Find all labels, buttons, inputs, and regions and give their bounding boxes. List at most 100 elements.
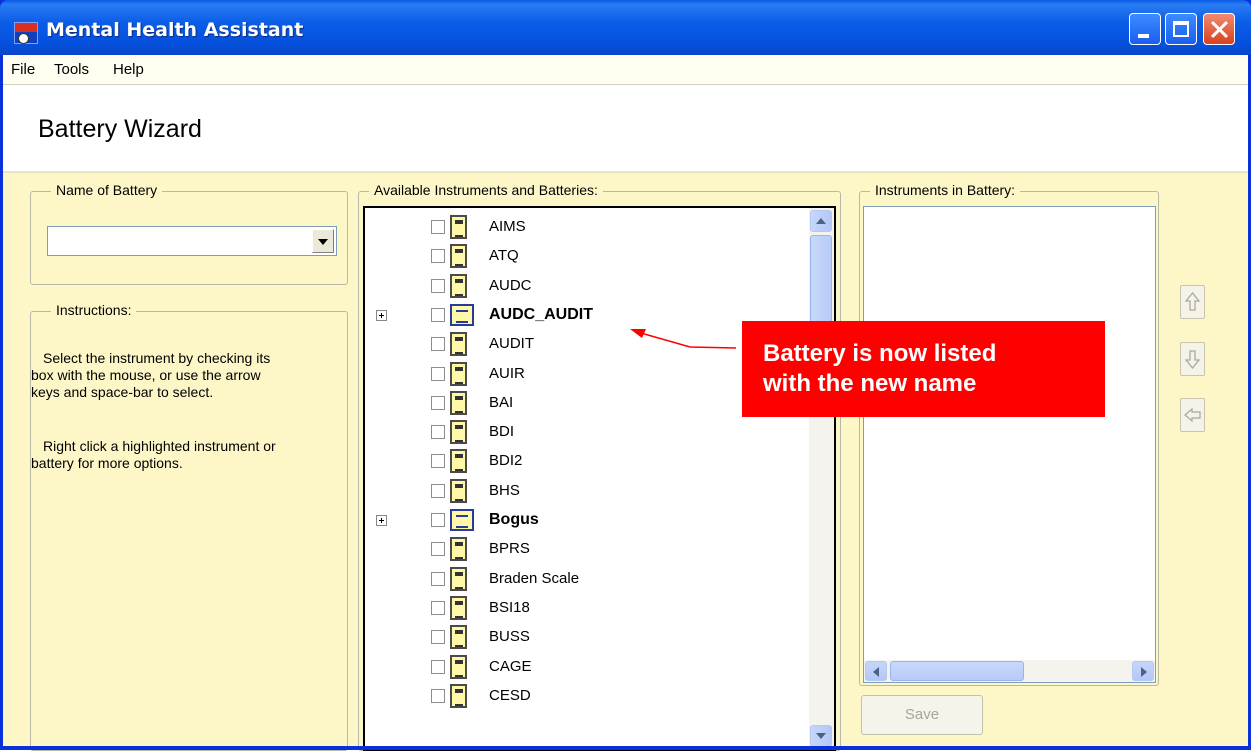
minimize-button[interactable] xyxy=(1129,13,1161,45)
list-horizontal-scrollbar[interactable] xyxy=(864,660,1155,682)
checkbox[interactable] xyxy=(431,249,445,264)
tree-item[interactable]: Bogus xyxy=(365,506,805,535)
checkbox[interactable] xyxy=(431,600,445,615)
scroll-thumb[interactable] xyxy=(890,661,1024,681)
tree-item-label: CESD xyxy=(489,686,531,704)
tree-item-label: AUDC xyxy=(489,276,532,294)
instructions-line: keys and space-bar to select. xyxy=(31,384,214,400)
save-button[interactable]: Save xyxy=(861,695,983,735)
expand-plus-icon[interactable] xyxy=(376,515,387,526)
tree-item-label: ATQ xyxy=(489,247,519,265)
checkbox[interactable] xyxy=(431,630,445,645)
checkbox[interactable] xyxy=(431,366,445,381)
tree-item-label: BDI xyxy=(489,423,515,441)
wizard-body: Name of Battery Instructions: Select the… xyxy=(3,173,1248,751)
instrument-icon xyxy=(450,537,467,562)
tree-item-label: BUSS xyxy=(489,628,530,646)
checkbox[interactable] xyxy=(431,425,445,440)
scroll-down-icon[interactable] xyxy=(810,725,832,747)
instructions-label: Instructions: xyxy=(51,302,137,318)
checkbox[interactable] xyxy=(431,513,445,527)
window-title: Mental Health Assistant xyxy=(46,19,304,41)
instrument-icon xyxy=(450,332,467,357)
checkbox[interactable] xyxy=(431,483,445,498)
tree-item[interactable]: BSI18 xyxy=(365,594,805,623)
checkbox[interactable] xyxy=(431,542,445,557)
tree-item-label: AIMS xyxy=(489,218,526,235)
tree-item-label: BPRS xyxy=(489,540,530,558)
chevron-down-icon[interactable] xyxy=(312,229,334,253)
instrument-icon xyxy=(450,390,467,415)
menu-tools[interactable]: Tools xyxy=(54,61,89,78)
instrument-icon xyxy=(450,566,467,591)
title-bar[interactable]: Mental Health Assistant xyxy=(0,0,1251,55)
instructions-text-1: Select the instrument by checking its xyxy=(43,350,270,367)
name-of-battery-label: Name of Battery xyxy=(51,182,163,198)
tree-item-label: Bogus xyxy=(489,511,539,528)
tree-item[interactable]: BDI xyxy=(365,418,805,447)
expand-plus-icon[interactable] xyxy=(376,309,387,321)
tree-item[interactable]: CESD xyxy=(365,682,805,711)
checkbox[interactable] xyxy=(431,307,445,322)
tree-item-label: BSI18 xyxy=(489,598,530,616)
battery-name-combobox[interactable] xyxy=(47,226,337,256)
available-instruments-label: Available Instruments and Batteries: xyxy=(369,182,603,198)
move-up-button[interactable] xyxy=(1180,285,1205,319)
tree-item-label: AUDC_AUDIT xyxy=(489,305,593,323)
instrument-icon xyxy=(450,478,467,503)
menu-help[interactable]: Help xyxy=(113,61,144,78)
available-instruments-tree[interactable]: AIMS ATQ AUDC AUDC_AUDIT AUDIT AUIR BAI BDI BDI2… xyxy=(363,206,836,751)
wizard-header: Battery Wizard xyxy=(3,85,1248,173)
instructions-line: box with the mouse, or use the arrow xyxy=(31,367,261,383)
tree-item[interactable]: CAGE xyxy=(365,653,805,682)
annotation-callout: Battery is now listed with the new name xyxy=(742,321,1105,417)
tree-item[interactable]: BHS xyxy=(365,477,805,506)
move-down-button[interactable] xyxy=(1180,342,1205,376)
checkbox[interactable] xyxy=(431,278,445,293)
tree-item-label: CAGE xyxy=(489,657,532,675)
tree-item[interactable]: AUDC xyxy=(365,272,805,301)
callout-line: with the new name xyxy=(763,370,977,397)
checkbox[interactable] xyxy=(431,688,445,703)
tree-item[interactable]: BAI xyxy=(365,389,805,418)
tree-item[interactable]: Braden Scale xyxy=(365,565,805,594)
close-button[interactable] xyxy=(1203,13,1235,45)
tree-item[interactable]: BPRS xyxy=(365,535,805,564)
checkbox[interactable] xyxy=(431,395,445,410)
tree-item-label: BDI2 xyxy=(489,452,523,470)
checkbox[interactable] xyxy=(431,220,445,234)
tree-item[interactable]: BUSS xyxy=(365,623,805,652)
menu-file[interactable]: File xyxy=(11,61,35,78)
checkbox[interactable] xyxy=(431,571,445,586)
checkbox[interactable] xyxy=(431,454,445,469)
instrument-icon xyxy=(450,449,467,474)
page-title: Battery Wizard xyxy=(38,115,202,143)
instrument-icon xyxy=(450,625,467,650)
instructions-line: battery for more options. xyxy=(31,455,183,471)
checkbox[interactable] xyxy=(431,337,445,352)
app-window: Mental Health Assistant File Tools Help … xyxy=(0,0,1251,751)
arrow-left-icon xyxy=(1184,407,1201,423)
tree-vertical-scrollbar[interactable] xyxy=(809,208,834,749)
instrument-icon xyxy=(450,654,467,679)
remove-button[interactable] xyxy=(1180,398,1205,432)
battery-icon xyxy=(450,509,474,531)
tree-item-label: BHS xyxy=(489,481,520,499)
tree-item-label: Braden Scale xyxy=(489,569,580,587)
scroll-right-icon[interactable] xyxy=(1132,661,1154,681)
tree-item[interactable]: ATQ xyxy=(365,242,805,271)
tree-item[interactable]: AUIR xyxy=(365,360,805,389)
app-icon[interactable] xyxy=(14,22,38,44)
tree-item[interactable]: AIMS xyxy=(365,213,805,242)
maximize-button[interactable] xyxy=(1165,13,1197,45)
instruments-in-battery-label: Instruments in Battery: xyxy=(870,182,1021,198)
instructions-text-1b: box with the mouse, or use the arrow key… xyxy=(31,367,261,401)
arrow-down-icon xyxy=(1184,350,1201,369)
instructions-line: Right click a highlighted instrument or xyxy=(43,438,276,454)
window-bottom-border xyxy=(0,746,1251,750)
scroll-up-icon[interactable] xyxy=(810,210,832,232)
scroll-left-icon[interactable] xyxy=(865,661,887,681)
tree-item[interactable]: BDI2 xyxy=(365,447,805,476)
checkbox[interactable] xyxy=(431,659,445,674)
instruments-in-battery-list[interactable] xyxy=(863,206,1156,683)
